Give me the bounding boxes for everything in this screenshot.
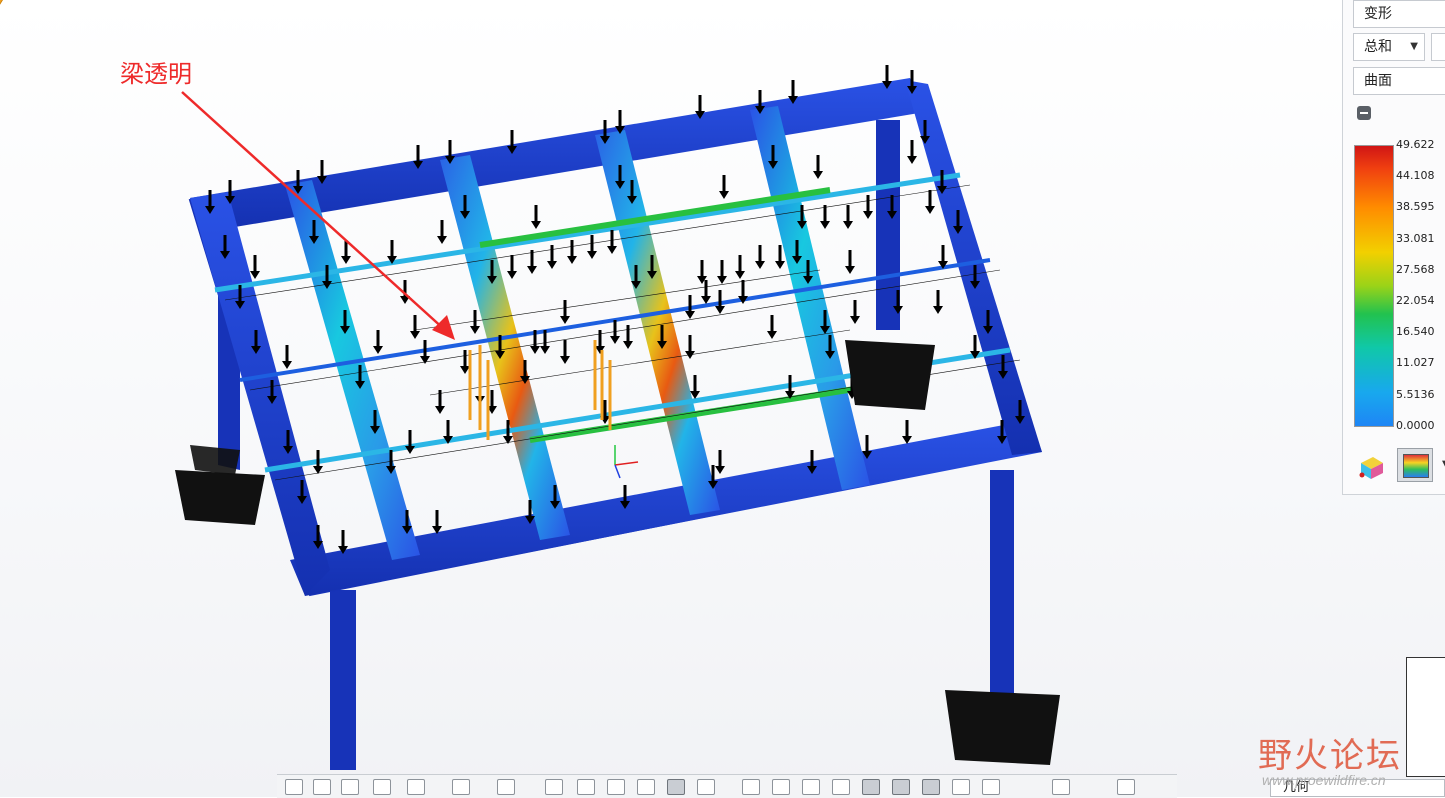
legend-value: 16.540 [1396,325,1435,338]
legend-value: 44.108 [1396,169,1435,182]
quantity-select-value: 变形 [1364,6,1392,22]
collapse-icon[interactable] [1357,106,1371,120]
datum-display-icon[interactable] [667,779,685,795]
spin-center-icon[interactable] [407,779,425,795]
secondary-select[interactable] [1431,33,1445,61]
constraint-display-icon[interactable] [892,779,910,795]
display-style-icon[interactable] [452,779,470,795]
plane-display-icon[interactable] [742,779,760,795]
saved-orientation-icon[interactable] [497,779,515,795]
annotation-display-icon[interactable] [637,779,655,795]
display-select[interactable]: 曲面 [1353,67,1445,95]
legend-value: 27.568 [1396,263,1435,276]
sketch-view-icon[interactable] [697,779,715,795]
legend-value: 11.027 [1396,356,1435,369]
pause-icon[interactable] [952,779,970,795]
point-display-icon[interactable] [802,779,820,795]
quantity-select[interactable]: 变形 [1353,0,1445,28]
axis-display-icon[interactable] [772,779,790,795]
fixed-constraint-right-back [845,340,935,410]
forum-watermark: 野火论坛 www.proewildfire.cn [1258,728,1445,792]
zoom-out-icon[interactable] [341,779,359,795]
csys-display-icon[interactable] [832,779,850,795]
refit-icon[interactable] [285,779,303,795]
color-scale-bar [1354,145,1394,427]
legend-value: 22.054 [1396,294,1435,307]
fixed-constraint-left [175,445,265,525]
color-map-icon[interactable] [982,779,1000,795]
legend-value: 33.081 [1396,232,1435,245]
component-select-value: 总和 [1364,39,1392,55]
view-manager-icon[interactable] [545,779,563,795]
annotation-label: 梁透明 [120,60,192,88]
legend-value: 49.622 [1396,138,1435,151]
shaded-model-icon[interactable] [1357,453,1385,481]
load-display-icon[interactable] [862,779,880,795]
legend-value: 38.595 [1396,200,1435,213]
camera-icon[interactable] [1052,779,1070,795]
legend-value: 5.5136 [1396,388,1435,401]
coordinate-triad [614,445,639,479]
perspective-icon[interactable] [577,779,595,795]
result-display-icon[interactable] [922,779,940,795]
chevron-down-icon: ▼ [1410,41,1418,52]
legend-value: 0.0000 [1396,419,1435,432]
view-toolbar [277,774,1177,798]
watermark-title: 野火论坛 [1258,736,1402,776]
model-viewport[interactable] [0,0,1445,797]
load-arrows [0,0,3,5]
box-view-icon[interactable] [1117,779,1135,795]
zoom-in-icon[interactable] [313,779,331,795]
component-select[interactable]: 总和 ▼ [1353,33,1425,61]
watermark-url: www.proewildfire.cn [1262,772,1386,788]
section-icon[interactable] [607,779,625,795]
color-legend-icon[interactable] [1397,448,1433,482]
fixed-constraint-right-front [945,690,1060,765]
display-select-value: 曲面 [1364,73,1392,89]
repaint-icon[interactable] [373,779,391,795]
result-legend-panel: 变形 总和 ▼ 曲面 49.622 44.108 38.595 33.081 2… [1342,0,1445,495]
